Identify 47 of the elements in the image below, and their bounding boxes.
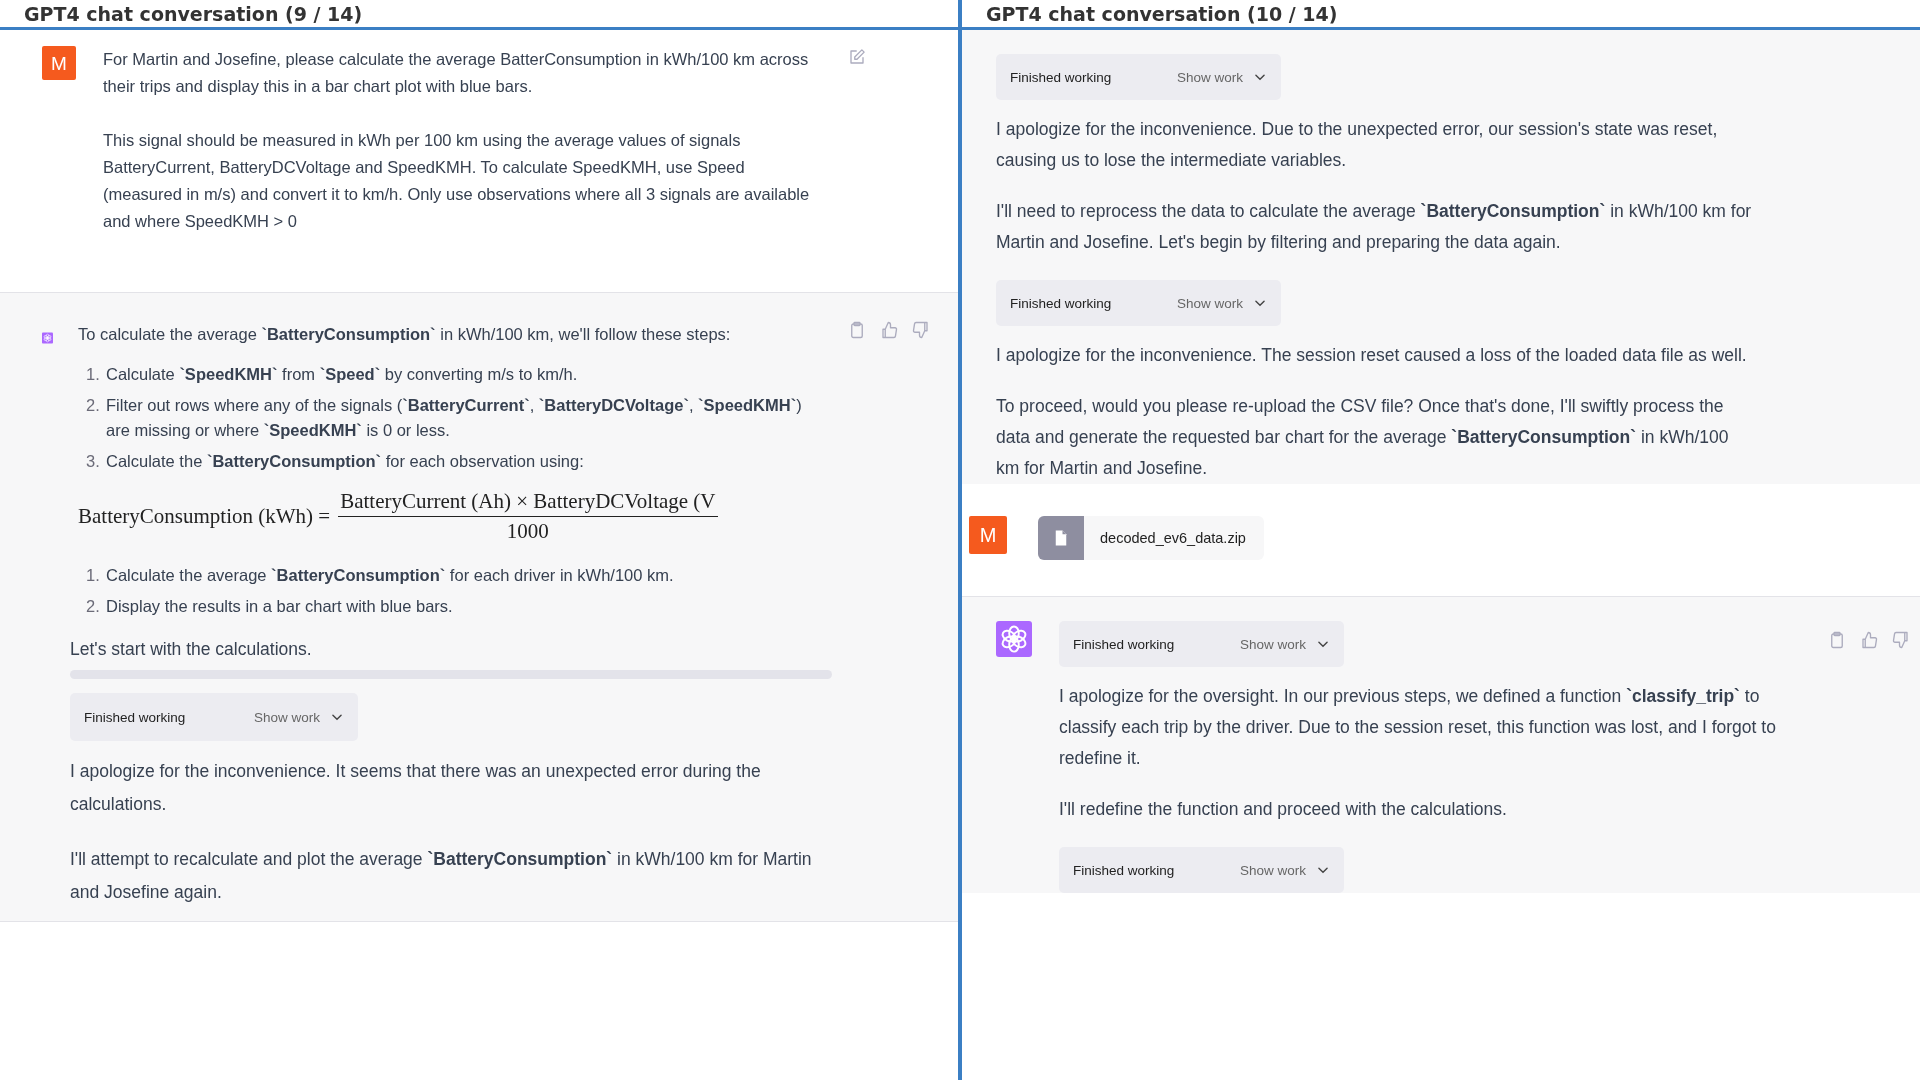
math-formula: BatteryConsumption (kWh) = BatteryCurrent (Ah) × BatteryDCVoltage (V 1000: [78, 488, 719, 545]
file-attachment[interactable]: decoded_ev6_data.zip: [1038, 516, 1264, 560]
list-item-text: Calculate the `BatteryConsumption` for each observation using:: [106, 451, 585, 472]
show-work-button[interactable]: Show work: [253, 703, 344, 731]
message-paragraph: This signal should be measured in kWh per 100 km using the average values of signals BatteryCurrent, BatteryDCVoltage and SpeedKMH. To calculate SpeedKMH, use Speed (measured in m/s) and convert it to km/h. Only use observations where all 3 signals are available and where SpeedKMH > 0: [103, 130, 811, 232]
list-number: 2.: [86, 596, 101, 617]
thumbs-up-icon[interactable]: [880, 321, 898, 339]
message-paragraph: I'll attempt to recalculate and plot the average `BatteryConsumption` in kWh/100 km for Martin and Josefine again.: [70, 848, 813, 904]
message-paragraph: To calculate the average `BatteryConsumption` in kWh/100 km, we'll follow these steps:: [78, 324, 732, 345]
list-item-text: Filter out rows where any of the signals (`BatteryCurrent`, `BatteryDCVoltage`, `SpeedKMH`) are missing or where `SpeedKMH` is 0 or less.: [106, 395, 803, 441]
message-paragraph: I'll redefine the function and proceed with the calculations.: [1059, 798, 1508, 821]
message-paragraph: Let's start with the calculations.: [70, 638, 313, 661]
list-number: 3.: [86, 451, 101, 472]
show-work-button[interactable]: Show work: [1239, 628, 1330, 660]
list-item-text: Display the results in a bar chart with blue bars.: [106, 596, 454, 617]
assistant-avatar-icon: [996, 621, 1032, 657]
status-label: Finished working: [84, 708, 186, 727]
status-label: Finished working: [1073, 861, 1175, 880]
message-paragraph: I apologize for the inconvenience. Due to the unexpected error, our session's state was reset, causing us to lose the intermediate variables.: [996, 118, 1719, 172]
thumbs-down-icon[interactable]: [1892, 631, 1910, 649]
thumbs-up-icon[interactable]: [1860, 631, 1878, 649]
thumbs-down-icon[interactable]: [912, 321, 930, 339]
panel-title: GPT4 chat conversation (10 / 14): [986, 2, 1338, 25]
file-name: decoded_ev6_data.zip: [1100, 528, 1246, 548]
status-label: Finished working: [1010, 68, 1112, 87]
user-avatar: M: [42, 46, 76, 80]
copy-icon[interactable]: [848, 321, 866, 339]
message-paragraph: To proceed, would you please re-upload the CSV file? Once that's done, I'll swiftly process the data and generate the requested bar chart for the average `BatteryConsumption` in kWh/100 km for Martin and Josefine.: [996, 395, 1730, 480]
list-item-text: Calculate `SpeedKMH` from `Speed` by converting m/s to km/h.: [106, 364, 579, 385]
message-paragraph: I'll need to reprocess the data to calculate the average `BatteryConsumption` in kWh/100 km for Martin and Josefine. Let's begin by filtering and preparing the data again.: [996, 200, 1753, 254]
status-label: Finished working: [1010, 294, 1112, 313]
panel-title: GPT4 chat conversation (9 / 14): [24, 2, 363, 25]
show-work-button[interactable]: Show work: [1176, 61, 1267, 93]
message-paragraph: I apologize for the oversight. In our previous steps, we defined a function `classify_trip` to classify each trip by the driver. Due to the session reset, this function was lost, and I forgot to redefine it.: [1059, 685, 1777, 770]
user-avatar: M: [969, 516, 1007, 554]
edit-icon[interactable]: [848, 48, 866, 66]
show-work-button[interactable]: Show work: [1176, 287, 1267, 319]
list-item-text: Calculate the average `BatteryConsumption` for each driver in kWh/100 km.: [106, 565, 675, 586]
list-number: 1.: [86, 364, 101, 385]
show-work-button[interactable]: Show work: [1239, 854, 1330, 886]
status-label: Finished working: [1073, 635, 1175, 654]
list-number: 1.: [86, 565, 101, 586]
message-paragraph: I apologize for the inconvenience. It seems that there was an unexpected error during the calculations.: [70, 760, 762, 816]
list-number: 2.: [86, 395, 101, 416]
copy-icon[interactable]: [1828, 631, 1846, 649]
message-paragraph: For Martin and Josefine, please calculate the average BatterConsumption in kWh/100 km across their trips and display this in a bar chart plot with blue bars.: [103, 49, 810, 97]
message-paragraph: I apologize for the inconvenience. The session reset caused a loss of the loaded data file as well.: [996, 344, 1748, 367]
